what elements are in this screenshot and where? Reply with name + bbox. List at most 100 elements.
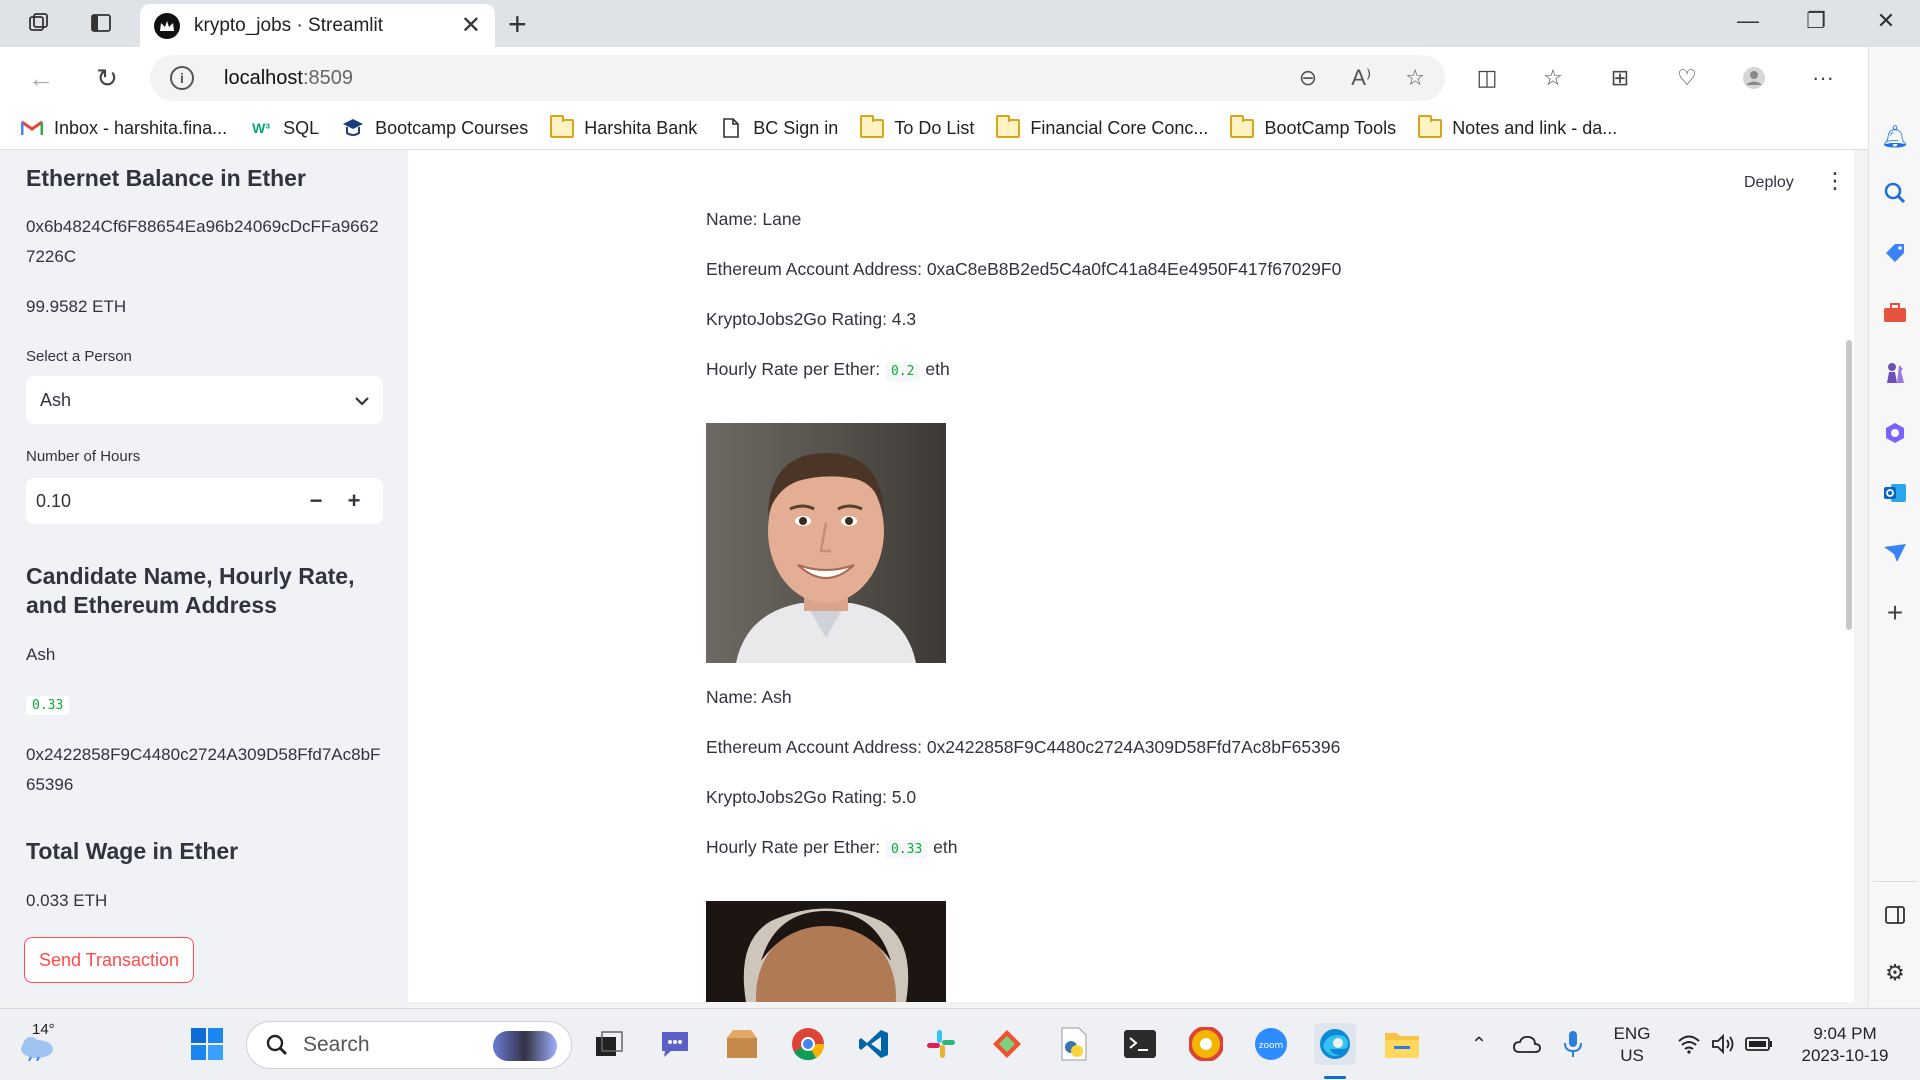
send-transaction-button[interactable]: Send Transaction bbox=[24, 937, 194, 983]
split-screen-icon[interactable]: ◫ bbox=[1470, 61, 1504, 95]
bookmark-bootcamp-tools[interactable]: BootCamp Tools bbox=[1230, 114, 1396, 139]
browser-essentials-icon[interactable]: ♡ bbox=[1670, 61, 1704, 95]
windows-start-icon[interactable] bbox=[186, 1023, 228, 1065]
candidate-ash-address: Ethereum Account Address: 0x2422858F9C44… bbox=[706, 737, 1341, 757]
show-hidden-icons[interactable]: ⌃ bbox=[1458, 1023, 1500, 1065]
language-indicator[interactable]: ENG US bbox=[1602, 1023, 1662, 1067]
more-options-icon[interactable]: ··· bbox=[1806, 61, 1840, 95]
edge-icon[interactable] bbox=[1314, 1023, 1356, 1065]
deploy-button[interactable]: Deploy bbox=[1744, 174, 1794, 192]
chevron-down-icon bbox=[355, 390, 369, 411]
shopping-tag-icon[interactable] bbox=[1879, 237, 1911, 269]
candidate-ash-rate: Hourly Rate per Ether: 0.33 eth bbox=[706, 837, 958, 859]
page-icon bbox=[719, 118, 743, 138]
bookmark-harshita-bank[interactable]: Harshita Bank bbox=[550, 114, 697, 139]
task-view-icon[interactable] bbox=[588, 1023, 630, 1065]
streamlit-sidebar: Ethernet Balance in Ether 0x6b4824Cf6F88… bbox=[0, 150, 408, 1002]
games-chess-icon[interactable] bbox=[1879, 357, 1911, 389]
chrome-icon[interactable] bbox=[787, 1023, 829, 1065]
candidate-heading: Candidate Name, Hourly Rate, and Ethereu… bbox=[26, 563, 355, 618]
git-kraken-icon[interactable] bbox=[986, 1023, 1028, 1065]
candidate-rate: 0.33 bbox=[26, 696, 70, 715]
clock-time: 9:04 PM bbox=[1813, 1024, 1877, 1043]
candidate-address: 0x2422858F9C4480c2724A309D58Ffd7Ac8bF 65… bbox=[26, 745, 381, 794]
candidate-ash-name: Name: Ash bbox=[706, 687, 792, 707]
app-package-icon[interactable] bbox=[721, 1023, 763, 1065]
terminal-icon[interactable] bbox=[1119, 1023, 1161, 1065]
notifications-bell-icon[interactable]: 🔔︎ bbox=[1879, 121, 1911, 153]
tools-briefcase-icon[interactable] bbox=[1879, 297, 1911, 329]
taskbar-search[interactable]: Search bbox=[246, 1021, 572, 1069]
vscode-icon[interactable] bbox=[853, 1023, 895, 1065]
tab-actions-icon[interactable] bbox=[88, 10, 114, 36]
teams-chat-icon[interactable] bbox=[654, 1023, 696, 1065]
clock-date: 2023-10-19 bbox=[1801, 1046, 1889, 1065]
decrement-button[interactable]: − bbox=[297, 488, 335, 514]
favorites-icon[interactable]: ☆ bbox=[1536, 61, 1570, 95]
hours-input[interactable]: 0.10 − + bbox=[26, 478, 383, 524]
bookmark-sql[interactable]: W³ SQL bbox=[249, 118, 319, 139]
weather-temp: 14° bbox=[32, 1021, 55, 1038]
onedrive-icon[interactable] bbox=[1506, 1023, 1548, 1065]
selected-person: Ash bbox=[40, 389, 72, 410]
candidate-ash-rating: KryptoJobs2Go Rating: 5.0 bbox=[706, 787, 917, 807]
send-drop-icon[interactable] bbox=[1879, 537, 1911, 569]
active-tab[interactable]: krypto_jobs · Streamlit ✕ bbox=[140, 4, 495, 48]
bookmark-gmail[interactable]: Inbox - harshita.fina... bbox=[20, 118, 227, 139]
bookmark-to-do-list[interactable]: To Do List bbox=[860, 114, 974, 139]
battery-icon[interactable] bbox=[1738, 1023, 1780, 1065]
chrome-canary-icon[interactable] bbox=[1185, 1023, 1227, 1065]
select-person-label: Select a Person bbox=[26, 348, 132, 365]
rail-divider bbox=[1873, 881, 1917, 882]
person-select[interactable]: Ash bbox=[26, 376, 383, 424]
hours-value[interactable]: 0.10 bbox=[36, 491, 297, 512]
url-field[interactable]: i localhost:8509 ⊖ A⁾ ☆ bbox=[150, 55, 1445, 101]
bookmark-notes-and-link[interactable]: Notes and link - da... bbox=[1418, 114, 1617, 139]
add-sidebar-app-icon[interactable]: + bbox=[1879, 597, 1911, 629]
slack-icon[interactable] bbox=[920, 1023, 962, 1065]
close-tab-icon[interactable]: ✕ bbox=[461, 14, 481, 38]
url-host: localhost bbox=[224, 66, 303, 89]
favorite-star-icon[interactable]: ☆ bbox=[1405, 65, 1425, 91]
python-file-icon[interactable] bbox=[1053, 1023, 1095, 1065]
file-explorer-icon[interactable] bbox=[1381, 1023, 1423, 1065]
search-placeholder: Search bbox=[303, 1033, 370, 1056]
url-port: :8509 bbox=[302, 66, 353, 89]
outlook-icon[interactable] bbox=[1879, 477, 1911, 509]
gmail-icon bbox=[20, 118, 44, 138]
folder-icon bbox=[1418, 114, 1443, 138]
search-icon[interactable] bbox=[1879, 177, 1911, 209]
zoom-out-icon[interactable]: ⊖ bbox=[1299, 65, 1317, 91]
main-content: Deploy ⋮ Name: Lane Ethereum Account Add… bbox=[408, 150, 1854, 1002]
collections-icon[interactable]: ⊞ bbox=[1603, 61, 1637, 95]
read-aloud-icon[interactable]: A⁾ bbox=[1351, 65, 1371, 91]
bookmark-financial-core[interactable]: Financial Core Conc... bbox=[996, 114, 1208, 139]
restore-icon[interactable]: ❐ bbox=[1796, 8, 1836, 34]
settings-gear-icon[interactable]: ⚙ bbox=[1879, 957, 1911, 989]
bookmark-bootcamp-courses[interactable]: Bootcamp Courses bbox=[341, 118, 528, 139]
refresh-icon[interactable]: ↻ bbox=[90, 61, 124, 95]
candidate-rate-code: 0.33 bbox=[26, 696, 70, 715]
folder-icon bbox=[996, 114, 1021, 138]
microphone-icon[interactable] bbox=[1552, 1023, 1594, 1065]
workspaces-icon[interactable] bbox=[26, 10, 52, 36]
main-menu-icon[interactable]: ⋮ bbox=[1824, 170, 1846, 192]
bookmark-bc-sign-in[interactable]: BC Sign in bbox=[719, 118, 838, 139]
microsoft-365-icon[interactable] bbox=[1879, 417, 1911, 449]
search-icon bbox=[266, 1034, 287, 1055]
minimize-icon[interactable]: — bbox=[1728, 8, 1768, 34]
new-tab-icon[interactable]: + bbox=[508, 8, 527, 40]
back-icon[interactable]: ← bbox=[24, 61, 58, 95]
main-scrollbar[interactable] bbox=[1846, 340, 1852, 630]
clock[interactable]: 9:04 PM 2023-10-19 bbox=[1790, 1023, 1900, 1067]
folder-icon bbox=[860, 114, 885, 138]
profile-icon[interactable] bbox=[1737, 61, 1771, 95]
tab-strip: krypto_jobs · Streamlit ✕ + — ❐ ✕ bbox=[0, 0, 1920, 48]
zoom-icon[interactable]: zoom bbox=[1250, 1023, 1292, 1065]
increment-button[interactable]: + bbox=[335, 488, 373, 514]
hide-sidebar-icon[interactable] bbox=[1879, 899, 1911, 931]
candidate-next-photo bbox=[706, 901, 946, 1002]
site-info-icon[interactable]: i bbox=[170, 66, 194, 90]
close-window-icon[interactable]: ✕ bbox=[1866, 8, 1906, 34]
candidate-lane-rate: Hourly Rate per Ether: 0.2 eth bbox=[706, 359, 950, 381]
